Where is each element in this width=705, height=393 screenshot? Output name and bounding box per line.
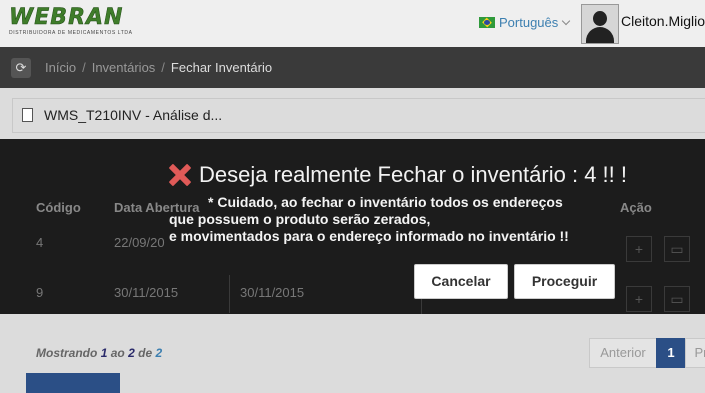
panel-header: WMS_T210INV - Análise d... [12, 98, 705, 133]
bottom-action-button[interactable] [26, 373, 120, 393]
range-from: 1 [100, 346, 108, 360]
pagination-previous[interactable]: Anterior [589, 338, 657, 368]
table-header-codigo[interactable]: Código [36, 200, 81, 215]
add-icon[interactable]: + [626, 286, 652, 312]
cancel-button[interactable]: Cancelar [414, 264, 508, 299]
dialog-message-line: e movimentados para o endereço informado… [169, 228, 569, 244]
table-cell-codigo: 9 [36, 285, 44, 300]
table-cell-data-abertura: 30/11/2015 [114, 285, 179, 300]
table-divider [229, 275, 230, 313]
add-icon[interactable]: + [626, 236, 652, 262]
breadcrumb-inventarios[interactable]: Inventários [92, 60, 156, 75]
total-count: 2 [155, 346, 163, 360]
breadcrumb-current: Fechar Inventário [170, 60, 273, 75]
table-info: Mostrando 1 ao 2 de 2 [36, 346, 162, 360]
pagination-next[interactable]: Pr [685, 338, 705, 368]
dialog-message-line: que possuem o produto serão zerados, [169, 211, 431, 227]
logo-subtitle: DISTRIBUIDORA DE MEDICAMENTOS LTDA [9, 30, 133, 36]
inbox-icon[interactable]: ▭ [664, 286, 690, 312]
logo-text: WEBRAN [9, 5, 124, 30]
chevron-down-icon [562, 16, 571, 25]
close-x-icon [168, 163, 192, 187]
user-silhouette-icon [593, 11, 607, 26]
showing-label: Mostrando [36, 346, 98, 360]
proceed-button[interactable]: Proceguir [514, 264, 615, 299]
breadcrumb: Início / Inventários / Fechar Inventário [45, 60, 272, 75]
refresh-icon[interactable]: ⟳ [11, 58, 31, 78]
dialog-title-text: Deseja realmente Fechar o inventário : 4… [199, 162, 627, 187]
top-header: WEBRAN DISTRIBUIDORA DE MEDICAMENTOS LTD… [0, 0, 705, 47]
dialog-title: Deseja realmente Fechar o inventário : 4… [168, 162, 627, 188]
brazil-flag-icon [479, 17, 495, 28]
breadcrumb-bar: ⟳ Início / Inventários / Fechar Inventário [0, 47, 705, 88]
table-cell-data-fechamento: 30/11/2015 [240, 285, 305, 300]
dialog-message-line: * Cuidado, ao fechar o inventário todos … [208, 194, 563, 210]
table-header-acao: Ação [620, 200, 652, 215]
breadcrumb-separator: / [161, 60, 165, 75]
table-divider [421, 298, 422, 314]
document-icon [22, 108, 33, 122]
dialog-message: * Cuidado, ao fechar o inventário todos … [169, 194, 569, 245]
breadcrumb-home[interactable]: Início [45, 60, 76, 75]
inbox-icon[interactable]: ▭ [664, 236, 690, 262]
page-title: WMS_T210INV - Análise d... [44, 107, 223, 123]
pagination-current[interactable]: 1 [656, 338, 686, 368]
table-cell-data-abertura: 22/09/20 [114, 235, 165, 250]
of-label: de [138, 346, 153, 360]
to-label: ao [110, 346, 125, 360]
breadcrumb-separator: / [82, 60, 86, 75]
range-to: 2 [128, 346, 135, 360]
language-selector[interactable]: Português [479, 15, 571, 30]
company-logo[interactable]: WEBRAN DISTRIBUIDORA DE MEDICAMENTOS LTD… [9, 5, 133, 36]
avatar[interactable] [581, 4, 619, 44]
table-cell-codigo: 4 [36, 235, 44, 250]
username[interactable]: Cleiton.Miglio [621, 13, 705, 29]
language-label: Português [499, 15, 559, 30]
